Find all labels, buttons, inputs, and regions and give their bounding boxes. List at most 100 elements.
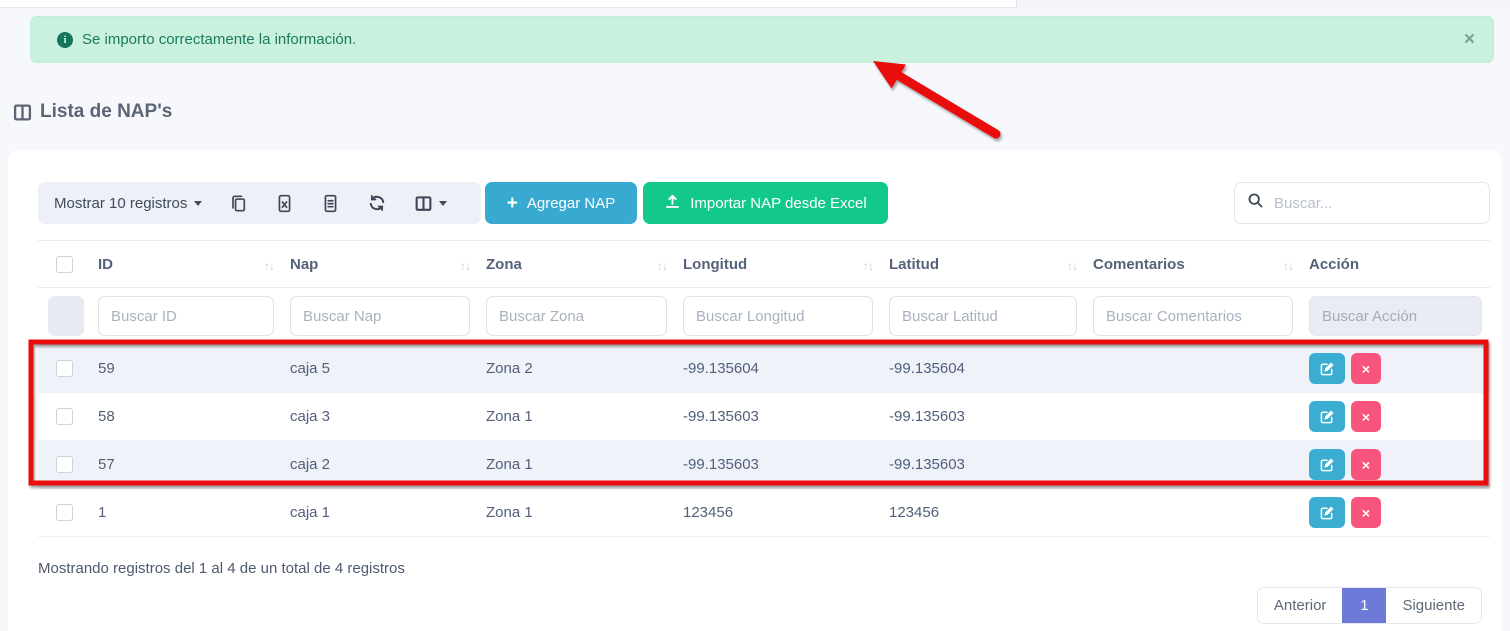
refresh-icon: [367, 193, 387, 213]
cell-id: 58: [90, 393, 282, 441]
cell-nap: caja 2: [282, 441, 478, 489]
column-header-zona[interactable]: ↑↓Zona: [478, 241, 675, 288]
delete-row-button[interactable]: ×: [1351, 401, 1381, 432]
cell-longitud: -99.135603: [675, 441, 881, 489]
cell-latitud: 123456: [881, 489, 1085, 537]
header-row: ↑↓ID ↑↓Nap ↑↓Zona ↑↓Longitud ↑↓Latitud ↑…: [38, 241, 1490, 288]
chevron-down-icon: [439, 201, 447, 206]
alert-message: Se importo correctamente la información.: [82, 31, 356, 48]
table-columns-icon: [13, 103, 32, 122]
cell-latitud: -99.135604: [881, 345, 1085, 393]
screen: i Se importo correctamente la informació…: [0, 0, 1510, 631]
filter-accion-input: [1309, 296, 1482, 336]
search-icon: [1247, 192, 1264, 214]
global-search: [1234, 182, 1490, 224]
upload-icon: [664, 193, 681, 214]
cell-comentarios: [1085, 489, 1301, 537]
cell-nap: caja 1: [282, 489, 478, 537]
cell-id: 59: [90, 345, 282, 393]
pagination-next[interactable]: Siguiente: [1386, 588, 1481, 623]
add-nap-label: Agregar NAP: [527, 195, 615, 212]
select-all-cell: [38, 241, 90, 288]
copy-icon: [229, 194, 248, 213]
filter-id-input[interactable]: [98, 296, 274, 336]
cell-zona: Zona 1: [478, 441, 675, 489]
columns-icon: [414, 194, 433, 213]
delete-row-button[interactable]: ×: [1351, 497, 1381, 528]
file-lines-icon: [321, 194, 340, 213]
row-checkbox[interactable]: [56, 504, 73, 521]
annotation-arrow: [873, 61, 996, 134]
table-row: 59 caja 5 Zona 2 -99.135604 -99.135604 ×: [38, 345, 1490, 393]
sort-icon: ↑↓: [264, 259, 274, 273]
export-excel-button[interactable]: [275, 194, 294, 213]
delete-row-button[interactable]: ×: [1351, 353, 1381, 384]
cell-zona: Zona 1: [478, 393, 675, 441]
top-navbar-edge: [0, 0, 1510, 8]
datatable-toolbar: Mostrar 10 registros: [38, 182, 481, 224]
edit-row-button[interactable]: [1309, 497, 1345, 528]
filter-comentarios-input[interactable]: [1093, 296, 1293, 336]
plus-icon: +: [507, 194, 518, 213]
add-nap-button[interactable]: + Agregar NAP: [485, 182, 637, 224]
export-file-button[interactable]: [321, 194, 340, 213]
column-header-comentarios[interactable]: ↑↓Comentarios: [1085, 241, 1301, 288]
table-row: 1 caja 1 Zona 1 123456 123456 ×: [38, 489, 1490, 537]
table-row: 58 caja 3 Zona 1 -99.135603 -99.135603 ×: [38, 393, 1490, 441]
filter-nap-input[interactable]: [290, 296, 470, 336]
page-length-select[interactable]: Mostrar 10 registros: [54, 195, 202, 212]
delete-row-button[interactable]: ×: [1351, 449, 1381, 480]
cell-comentarios: [1085, 441, 1301, 489]
cell-zona: Zona 2: [478, 345, 675, 393]
cell-latitud: -99.135603: [881, 441, 1085, 489]
chevron-down-icon: [194, 201, 202, 206]
row-checkbox[interactable]: [56, 408, 73, 425]
info-icon: i: [57, 32, 73, 48]
edit-row-button[interactable]: [1309, 449, 1345, 480]
filter-blank-box: [48, 296, 84, 336]
success-alert: i Se importo correctamente la informació…: [30, 16, 1494, 63]
column-header-id[interactable]: ↑↓ID: [90, 241, 282, 288]
pagination-previous[interactable]: Anterior: [1258, 588, 1343, 623]
top-navbar-edge-right: [1016, 0, 1510, 8]
cell-longitud: -99.135603: [675, 393, 881, 441]
sort-icon: ↑↓: [1283, 259, 1293, 273]
edit-row-button[interactable]: [1309, 353, 1345, 384]
column-visibility-button[interactable]: [414, 194, 447, 213]
table-row: 57 caja 2 Zona 1 -99.135603 -99.135603 ×: [38, 441, 1490, 489]
column-header-longitud[interactable]: ↑↓Longitud: [675, 241, 881, 288]
page-title-text: Lista de NAP's: [40, 101, 172, 123]
filter-zona-input[interactable]: [486, 296, 667, 336]
copy-button[interactable]: [229, 194, 248, 213]
filter-row: [38, 288, 1490, 345]
sort-icon: ↑↓: [460, 259, 470, 273]
sort-icon: ↑↓: [657, 259, 667, 273]
records-summary: Mostrando registros del 1 al 4 de un tot…: [38, 560, 405, 577]
cell-zona: Zona 1: [478, 489, 675, 537]
row-checkbox[interactable]: [56, 360, 73, 377]
cell-nap: caja 5: [282, 345, 478, 393]
alert-close-button[interactable]: ×: [1464, 30, 1475, 49]
cell-longitud: -99.135604: [675, 345, 881, 393]
edit-row-button[interactable]: [1309, 401, 1345, 432]
select-all-checkbox[interactable]: [56, 256, 73, 273]
pagination-page-1[interactable]: 1: [1342, 588, 1386, 623]
filter-longitud-input[interactable]: [683, 296, 873, 336]
cell-comentarios: [1085, 345, 1301, 393]
sort-icon: ↑↓: [1067, 259, 1077, 273]
column-header-latitud[interactable]: ↑↓Latitud: [881, 241, 1085, 288]
refresh-button[interactable]: [367, 193, 387, 213]
column-header-accion: Acción: [1301, 241, 1490, 288]
import-nap-label: Importar NAP desde Excel: [690, 195, 866, 212]
column-header-nap[interactable]: ↑↓Nap: [282, 241, 478, 288]
import-nap-button[interactable]: Importar NAP desde Excel: [643, 182, 888, 224]
cell-latitud: -99.135603: [881, 393, 1085, 441]
page-length-label: Mostrar 10 registros: [54, 195, 187, 212]
cell-nap: caja 3: [282, 393, 478, 441]
sort-icon: ↑↓: [863, 259, 873, 273]
page-title: Lista de NAP's: [13, 101, 172, 123]
filter-latitud-input[interactable]: [889, 296, 1077, 336]
search-input[interactable]: [1274, 195, 1477, 212]
row-checkbox[interactable]: [56, 456, 73, 473]
cell-longitud: 123456: [675, 489, 881, 537]
